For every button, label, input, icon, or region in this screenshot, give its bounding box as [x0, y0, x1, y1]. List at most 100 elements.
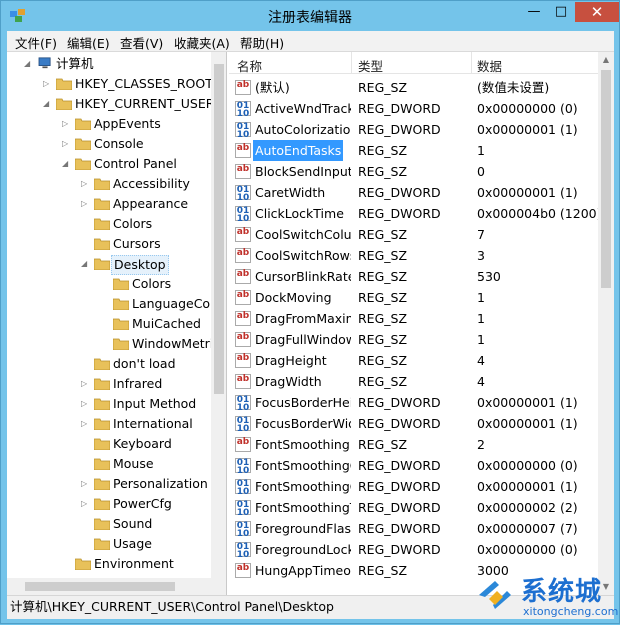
tree-label: Sound: [113, 516, 153, 531]
column-header-type[interactable]: 类型: [358, 56, 383, 75]
value-name: HungAppTimeout: [255, 563, 351, 578]
table-row[interactable]: ab CursorBlinkRate REG_SZ 530: [229, 266, 598, 287]
expander-icon[interactable]: ▷: [81, 414, 91, 434]
table-row[interactable]: 0110 ForegroundLockTimeout REG_DWORD 0x0000…: [229, 539, 598, 560]
menu-bar: 文件(F) 编辑(E) 查看(V) 收藏夹(A) 帮助(H): [7, 31, 614, 52]
expander-icon[interactable]: ▷: [81, 374, 91, 394]
client-area: ◢ 计算机 ▷ HKEY_CLASSES_ROOT ◢ HKEY_CURRENT_US…: [7, 52, 614, 595]
value-type: REG_DWORD: [358, 500, 441, 515]
table-row[interactable]: ab BlockSendInputResets REG_SZ 0: [229, 161, 598, 182]
table-row[interactable]: 0110 ForegroundFlashCount REG_DWORD 0x00000…: [229, 518, 598, 539]
maximize-button[interactable]: □: [548, 2, 574, 22]
minimize-button[interactable]: —: [521, 2, 547, 22]
expander-icon[interactable]: ▷: [81, 474, 91, 494]
value-type: REG_DWORD: [358, 206, 441, 221]
tree-label: 计算机: [56, 56, 94, 71]
binary-value-icon: 01 10: [235, 542, 251, 560]
menu-file[interactable]: 文件(F): [15, 33, 57, 52]
tree-horizontal-scrollbar[interactable]: [7, 578, 226, 595]
table-row[interactable]: ab CoolSwitchRows REG_SZ 3: [229, 245, 598, 266]
scroll-up-icon[interactable]: ▲: [598, 52, 614, 68]
binary-value-icon: 01 10: [235, 206, 251, 224]
column-divider[interactable]: [471, 52, 472, 74]
menu-favorites[interactable]: 收藏夹(A): [174, 33, 230, 52]
table-row[interactable]: ab AutoEndTasks REG_SZ 1: [229, 140, 598, 161]
close-button[interactable]: ✕: [575, 2, 619, 22]
table-row[interactable]: 01 10 CaretWidth REG_DWORD 0x00000001 (1): [229, 182, 598, 203]
menu-help[interactable]: 帮助(H): [240, 33, 284, 52]
expander-icon[interactable]: ▷: [81, 194, 91, 214]
expander-icon[interactable]: ◢: [24, 54, 34, 74]
scroll-thumb[interactable]: [601, 70, 611, 288]
table-row[interactable]: 0110 FontSmoothingGamma REG_DWORD 0x0000000…: [229, 455, 598, 476]
table-row[interactable]: ab DragWidth REG_SZ 4: [229, 371, 598, 392]
tree-label: HKEY_CLASSES_ROOT: [75, 76, 213, 91]
column-header-data[interactable]: 数据: [477, 56, 502, 75]
expander-icon[interactable]: ◢: [62, 154, 72, 174]
table-row[interactable]: 01 10 AutoColorization REG_DWORD 0x00000001 …: [229, 119, 598, 140]
string-value-icon: ab: [235, 374, 251, 389]
expander-icon[interactable]: ▷: [81, 394, 91, 414]
value-type: REG_SZ: [358, 374, 408, 389]
expander-icon[interactable]: ▷: [81, 174, 91, 194]
table-row[interactable]: ab DragFromMaximize REG_SZ 1: [229, 308, 598, 329]
value-type: REG_DWORD: [358, 395, 441, 410]
tree-label: Infrared: [113, 376, 163, 391]
computer-icon: [38, 57, 51, 69]
value-data: 0x00000001 (1): [477, 122, 578, 137]
binary-value-icon: 01 10: [235, 122, 251, 140]
table-row[interactable]: 0110 ActiveWndTrackTimeout REG_DWORD 0x0000…: [229, 98, 598, 119]
table-row[interactable]: ab DockMoving REG_SZ 1: [229, 287, 598, 308]
expander-icon[interactable]: ◢: [81, 254, 91, 274]
table-row[interactable]: 0110 FontSmoothingOrientation REG_DWORD 0x0…: [229, 476, 598, 497]
folder-icon: [94, 498, 110, 510]
table-row[interactable]: ab DragHeight REG_SZ 4: [229, 350, 598, 371]
title-bar[interactable]: 注册表编辑器 — □ ✕: [1, 1, 619, 31]
value-name: FocusBorderHeight: [255, 395, 351, 410]
column-header-name[interactable]: 名称: [237, 56, 262, 75]
folder-icon: [75, 138, 91, 150]
list-vertical-scrollbar[interactable]: ▲ ▼: [598, 52, 614, 595]
value-data: 530: [477, 269, 501, 284]
table-row[interactable]: ab CoolSwitchColumns REG_SZ 7: [229, 224, 598, 245]
tree-label: Cursors: [113, 236, 161, 251]
value-data: 1: [477, 332, 485, 347]
folder-icon: [75, 158, 91, 170]
expander-icon[interactable]: ◢: [43, 94, 53, 114]
menu-edit[interactable]: 编辑(E): [67, 33, 110, 52]
binary-value-icon: 01 10: [235, 185, 251, 203]
menu-view[interactable]: 查看(V): [120, 33, 163, 52]
binary-value-icon: 01 10: [235, 500, 251, 518]
expander-icon[interactable]: ▷: [43, 74, 53, 94]
table-row[interactable]: 0110 FontSmoothingType REG_DWORD 0x00000002…: [229, 497, 598, 518]
expander-icon[interactable]: ▷: [81, 494, 91, 514]
value-data: 2: [477, 437, 485, 452]
table-row[interactable]: 0110 FocusBorderWidth REG_DWORD 0x00000001 …: [229, 413, 598, 434]
value-data: 0x00000001 (1): [477, 185, 578, 200]
folder-icon: [94, 438, 110, 450]
table-row[interactable]: ab DragFullWindows REG_SZ 1: [229, 329, 598, 350]
folder-icon: [113, 278, 129, 290]
value-type: REG_SZ: [358, 227, 408, 242]
value-type: REG_DWORD: [358, 122, 441, 137]
scroll-thumb[interactable]: [214, 64, 224, 394]
tree-label: Input Method: [113, 396, 197, 411]
column-divider[interactable]: [351, 52, 352, 74]
tree-vertical-scrollbar[interactable]: [211, 52, 226, 578]
folder-icon: [94, 258, 110, 270]
scroll-thumb[interactable]: [25, 582, 175, 591]
string-value-icon: ab: [235, 164, 251, 179]
table-row[interactable]: ab (默认) REG_SZ (数值未设置): [229, 77, 598, 98]
value-name: ActiveWndTrackTimeout: [255, 101, 351, 116]
table-row[interactable]: 0110 FocusBorderHeight REG_DWORD 0x00000001…: [229, 392, 598, 413]
expander-icon[interactable]: ▷: [62, 114, 72, 134]
expander-icon[interactable]: ▷: [62, 134, 72, 154]
tree-label: Appearance: [113, 196, 189, 211]
tree-label: Usage: [113, 536, 152, 551]
string-value-icon: ab: [235, 563, 251, 578]
value-type: REG_DWORD: [358, 458, 441, 473]
folder-icon: [94, 418, 110, 430]
table-row[interactable]: ab FontSmoothing REG_SZ 2: [229, 434, 598, 455]
table-row[interactable]: 01 10 ClickLockTime REG_DWORD 0x000004b0 (12…: [229, 203, 602, 224]
value-type: REG_SZ: [358, 332, 408, 347]
